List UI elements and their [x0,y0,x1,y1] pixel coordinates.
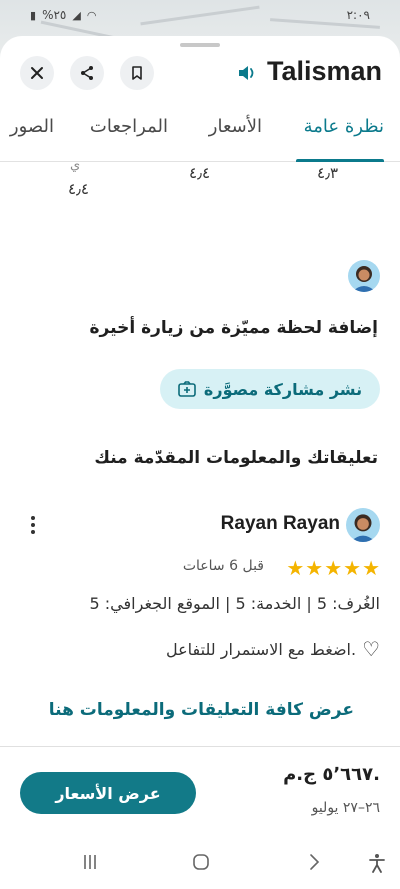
price: ٥٬٦٦٧ ج.م. [283,764,380,785]
your-review-title: تعليقاتك والمعلومات المقدّمة منك [94,448,378,468]
star-rating: ★ ★ ★ ★ ★ [286,557,380,579]
reviewer-avatar [346,508,380,542]
place-title: Talisman [266,56,382,86]
bookmark-icon [132,65,142,80]
place-sheet: Talisman نظرة عامة الأسعار المراجعات الص… [0,36,400,889]
tab-reviews[interactable]: المراجعات [90,116,168,137]
rating-value: ٤٫٣ [317,164,338,182]
save-button[interactable] [120,56,154,90]
star-icon: ★ [343,556,362,580]
rating-value: ٤٫٤ [68,180,89,198]
heart-icon[interactable]: ♡ [362,637,380,661]
back-icon[interactable] [308,853,320,871]
star-icon: ★ [362,556,380,580]
user-avatar-icon [348,260,380,292]
stay-dates: ٢٦–٢٧ يوليو [311,800,380,816]
star-icon: ★ [305,556,324,580]
camera-plus-icon [178,381,196,397]
speaker-icon[interactable] [236,62,258,84]
like-prompt: اضغط مع الاستمرار للتفاعل. [166,639,357,659]
active-tab-indicator [296,159,384,162]
user-avatar-icon [346,508,380,542]
status-icons: ▮ %٢٥ ◢ ◠ [30,8,96,22]
close-button[interactable] [20,56,54,90]
battery-level: %٢٥ [42,8,67,22]
reviewer-name: Rayan Rayan [220,513,340,534]
drag-handle[interactable] [180,43,220,47]
view-prices-label: عرض الأسعار [55,783,161,803]
tab-photos[interactable]: الصور [10,116,54,137]
view-all-reviews-link[interactable]: عرض كافة التعليقات والمعلومات هنا [49,700,354,720]
accessibility-icon[interactable] [368,853,386,873]
review-time: قبل 6 ساعات [182,558,264,574]
view-prices-button[interactable]: عرض الأسعار [20,772,196,814]
star-icon: ★ [324,556,343,580]
signal-icon: ◢ [72,8,81,22]
close-icon [31,67,43,79]
post-photo-button[interactable]: نشر مشاركة مصوَّرة [160,369,380,409]
tab-overview[interactable]: نظرة عامة [304,116,384,137]
divider [0,746,400,747]
status-bar: ▮ %٢٥ ◢ ◠ ٢:٠٩ [0,6,400,26]
avatar [348,260,380,292]
star-icon: ★ [286,556,305,580]
review-sub-ratings: الغُرف: 5 | الخدمة: 5 | الموقع الجغرافي:… [89,594,380,613]
rating-value: ٤٫٤ [189,164,210,182]
rating-label-partial: ي [70,158,81,173]
tab-prices[interactable]: الأسعار [209,116,262,137]
status-time: ٢:٠٩ [346,8,370,22]
add-moment-title: إضافة لحظة مميّزة من زيارة أخيرة [89,318,378,338]
post-photo-label: نشر مشاركة مصوَّرة [203,379,363,399]
share-button[interactable] [70,56,104,90]
share-icon [81,66,93,80]
home-icon[interactable] [192,853,210,871]
recent-apps-icon[interactable] [82,853,98,871]
tab-bar: نظرة عامة الأسعار المراجعات الصور [0,116,400,162]
like-row[interactable]: اضغط مع الاستمرار للتفاعل. ♡ [166,637,380,661]
more-options-icon[interactable] [28,514,38,536]
system-nav-bar [0,837,400,889]
battery-icon: ▮ [30,8,37,22]
wifi-icon: ◠ [86,8,97,22]
